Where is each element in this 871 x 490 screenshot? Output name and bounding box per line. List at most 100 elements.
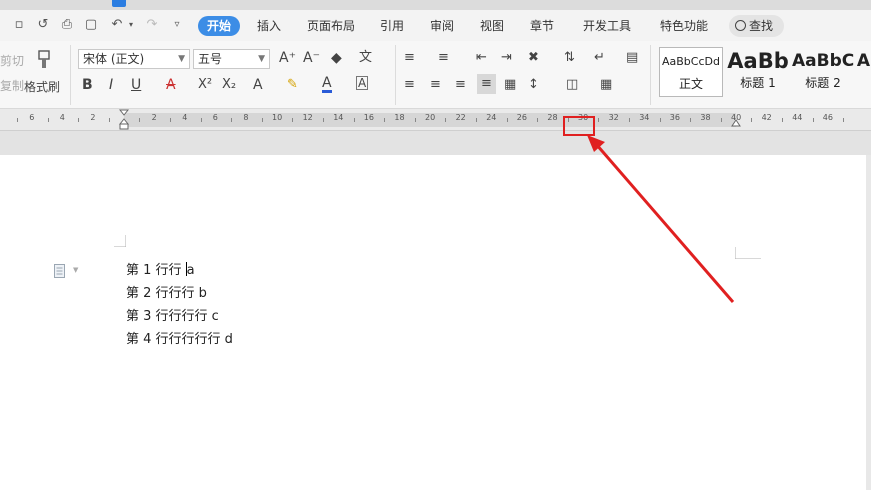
style-heading-2-sample: AaBbC <box>792 51 854 71</box>
style-heading-1-sample: AaBb <box>727 49 789 73</box>
tab-stops-icon[interactable]: ▤ <box>626 49 638 67</box>
underline-icon[interactable]: U <box>131 76 141 94</box>
tab-page-layout[interactable]: 页面布局 <box>300 16 362 36</box>
ribbon-divider <box>395 45 396 105</box>
ruler-tick <box>139 118 141 122</box>
ruler-label: 10 <box>272 113 283 122</box>
justify-icon[interactable]: ≡ <box>477 74 496 94</box>
search-button[interactable]: 查找 <box>729 15 784 37</box>
ruler-tick <box>720 118 722 122</box>
clear-format-icon[interactable]: ◆ <box>331 49 342 67</box>
redo-icon[interactable]: ↷ <box>143 16 161 34</box>
paragraph-layout-icon[interactable] <box>54 264 66 278</box>
copy-button[interactable]: 复制 <box>0 77 24 95</box>
align-left-icon[interactable]: ≡ <box>404 76 415 94</box>
document-line-4[interactable]: 第 4 行行行行行 d <box>126 330 233 350</box>
ruler-label: 32 <box>608 113 619 122</box>
format-painter-button[interactable]: 格式刷 <box>22 47 68 99</box>
tab-insert[interactable]: 插入 <box>252 16 286 36</box>
italic-icon[interactable]: I <box>109 76 113 94</box>
show-marks-icon[interactable]: ↵ <box>594 49 605 67</box>
phonetic-guide-icon[interactable]: 文 <box>359 49 372 67</box>
ribbon-divider <box>650 45 651 105</box>
font-name-select[interactable]: 宋体 (正文) ▼ <box>78 49 190 69</box>
ruler-tick <box>414 118 416 122</box>
save-icon[interactable]: ▫ <box>10 16 28 34</box>
ruler-tick <box>322 118 324 122</box>
ruler-tick <box>445 118 447 122</box>
ruler-tick <box>537 118 539 122</box>
subscript-icon[interactable]: X₂ <box>222 76 236 94</box>
tab-developer-tools[interactable]: 开发工具 <box>576 16 638 36</box>
tab-special-features[interactable]: 特色功能 <box>652 16 716 36</box>
style-more[interactable]: A <box>856 47 871 97</box>
ruler-tick <box>16 118 18 122</box>
horizontal-ruler[interactable]: 6 4 2 2 4 6 8 10 12 14 16 18 20 22 24 26 28 30 32 34 36 38 40 4… <box>0 109 871 131</box>
sort-icon[interactable]: ⇅ <box>564 49 575 67</box>
distributed-icon[interactable]: ▦ <box>504 76 516 94</box>
tab-review[interactable]: 审阅 <box>424 16 460 36</box>
ruler-label: 34 <box>639 113 650 122</box>
tab-references[interactable]: 引用 <box>374 16 410 36</box>
ruler-tick <box>47 118 49 122</box>
grow-font-icon[interactable]: A⁺ <box>279 49 296 67</box>
font-name-value: 宋体 (正文) <box>83 52 145 66</box>
print-preview-icon[interactable]: ▢ <box>82 16 100 34</box>
ruler-tick <box>475 118 477 122</box>
ruler-tick <box>628 118 630 122</box>
style-heading-2[interactable]: AaBbC 标题 2 <box>792 47 854 97</box>
right-indent-marker-icon[interactable] <box>731 119 741 129</box>
chevron-down-icon: ▼ <box>178 54 185 64</box>
ruler-tick <box>598 118 600 122</box>
character-border-icon[interactable]: A <box>356 76 369 90</box>
text-effect-icon[interactable]: A <box>253 76 263 94</box>
paintbrush-icon <box>38 50 50 68</box>
style-normal[interactable]: AaBbCcDd 正文 <box>659 47 723 97</box>
ribbon-divider <box>70 45 71 105</box>
document-tab-edge[interactable] <box>112 0 126 7</box>
line-spacing-icon[interactable]: ↕ <box>528 76 539 94</box>
decrease-indent-icon[interactable]: ⇤ <box>476 49 487 67</box>
strikethrough-icon[interactable]: A <box>166 76 176 94</box>
ruler-label: 28 <box>547 113 558 122</box>
tab-view[interactable]: 视图 <box>474 16 510 36</box>
shrink-font-icon[interactable]: A⁻ <box>303 49 320 67</box>
font-size-select[interactable]: 五号 ▼ <box>193 49 270 69</box>
borders-icon[interactable]: ▦ <box>600 76 612 94</box>
chinese-layout-icon[interactable]: ✖ <box>528 49 539 67</box>
ruler-tick <box>78 118 80 122</box>
ruler-tick <box>292 118 294 122</box>
ruler-tick <box>108 118 110 122</box>
tab-section[interactable]: 章节 <box>524 16 560 36</box>
superscript-icon[interactable]: X² <box>198 76 212 94</box>
highlight-icon[interactable]: ✎ <box>287 76 298 94</box>
window-top-strip <box>0 0 871 10</box>
output-icon[interactable]: ↺ <box>34 16 52 34</box>
ruler-label: 16 <box>363 113 374 122</box>
paragraph-layout-dropdown-icon[interactable]: ▼ <box>73 266 78 274</box>
align-right-icon[interactable]: ≡ <box>455 76 466 94</box>
document-line-3[interactable]: 第 3 行行行行 c <box>126 307 219 327</box>
font-color-icon[interactable]: A <box>322 76 332 93</box>
ruler-tick <box>384 118 386 122</box>
bold-icon[interactable]: B <box>82 76 93 94</box>
shading-icon[interactable]: ◫ <box>566 76 578 94</box>
numbering-icon[interactable]: ≡ <box>438 49 449 67</box>
bullets-icon[interactable]: ≡ <box>404 49 415 67</box>
style-heading-1[interactable]: AaBb 标题 1 <box>726 47 790 97</box>
indent-marker-icon[interactable] <box>119 109 129 131</box>
undo-dropdown-icon[interactable]: ▾ <box>122 16 140 34</box>
cut-button[interactable]: 剪切 <box>0 52 24 70</box>
tab-home[interactable]: 开始 <box>198 16 240 36</box>
document-line-1[interactable]: 第 1 行行 a <box>126 261 195 281</box>
margin-corner-top-left <box>114 235 126 247</box>
ruler-label: 14 <box>333 113 344 122</box>
document-line-1-tail: a <box>186 263 195 278</box>
document-line-2[interactable]: 第 2 行行行 b <box>126 284 207 304</box>
print-icon[interactable]: ⎙ <box>58 16 76 34</box>
ruler-tick <box>353 118 355 122</box>
quick-access-menu-icon[interactable]: ▿ <box>168 16 186 34</box>
align-center-icon[interactable]: ≡ <box>430 76 441 94</box>
increase-indent-icon[interactable]: ⇥ <box>501 49 512 67</box>
ruler-label: 6 <box>212 113 218 122</box>
